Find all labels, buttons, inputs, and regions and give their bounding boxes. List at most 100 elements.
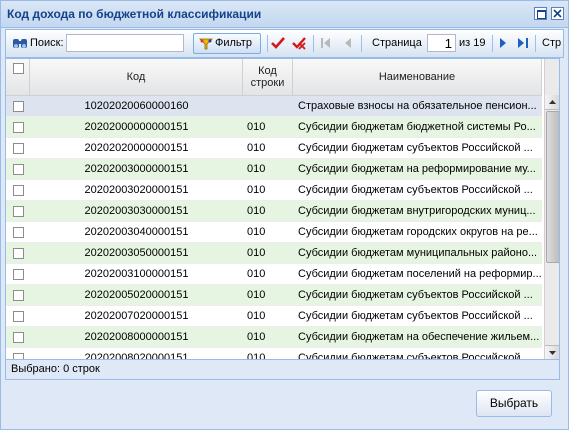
cell-name: Субсидии бюджетам бюджетной системы Ро..… [298, 121, 536, 133]
last-page-icon[interactable] [517, 37, 529, 52]
page-number-input[interactable] [427, 34, 456, 52]
data-grid: Код Код строки Наименование 102020200600… [5, 58, 560, 360]
table-row[interactable]: 20202003050000151 010 Субсидии бюджетам му… [6, 243, 542, 264]
row-checkbox[interactable] [13, 101, 24, 112]
cell-name: Субсидии бюджетам субъектов Российской .… [298, 184, 533, 196]
cell-name: Субсидии бюджетам субъектов Российской .… [298, 352, 533, 360]
cell-name: Субсидии бюджетам поселений на реформир.… [298, 268, 542, 280]
cell-code: 20202003020000151 [84, 184, 189, 196]
cell-code: 20202003030000151 [84, 205, 189, 217]
toolbar-separator [535, 35, 536, 52]
cell-row-code: 010 [247, 205, 266, 217]
status-bar: Выбрано: 0 строк [5, 360, 560, 380]
cell-code: 20202003100000151 [84, 268, 189, 280]
cell-code: 20202007020000151 [84, 310, 189, 322]
scroll-thumb[interactable] [546, 111, 559, 263]
filter-button-label: Фильтр [215, 37, 252, 49]
selected-count: Выбрано: 0 строк [11, 363, 100, 375]
table-row[interactable]: 20202003040000151 010 Субсидии бюджетам го… [6, 222, 542, 243]
row-checkbox[interactable] [13, 164, 24, 175]
cell-code: 20202000000000151 [84, 121, 189, 133]
table-row[interactable]: 20202000000000151 010 Субсидии бюджетам бю… [6, 117, 542, 138]
cell-code: 20202003050000151 [84, 247, 189, 259]
cell-name: Страховые взносы на обязательное пенсион… [298, 100, 537, 112]
maximize-icon[interactable] [534, 7, 547, 20]
table-row[interactable]: 10202020060000160 Страховые взносы на обя… [6, 96, 542, 117]
search-label: Поиск: [30, 37, 64, 49]
cell-code: 20202008000000151 [84, 331, 189, 343]
toolbar-separator [267, 35, 268, 52]
scroll-down-icon [549, 351, 556, 355]
table-row[interactable]: 20202008020000151 010 Субсидии бюджетам су… [6, 348, 542, 360]
cell-name: Субсидии бюджетам субъектов Российской .… [298, 310, 533, 322]
cell-row-code: 010 [247, 268, 266, 280]
table-row[interactable]: 20202003020000151 010 Субсидии бюджетам су… [6, 180, 542, 201]
window-title: Код дохода по бюджетной классификации [7, 7, 262, 21]
previous-page-icon[interactable] [343, 37, 353, 52]
table-row[interactable]: 20202003100000151 010 Субсидии бюджетам по… [6, 264, 542, 285]
scroll-down-button[interactable] [545, 345, 559, 359]
row-checkbox[interactable] [13, 311, 24, 322]
select-button[interactable]: Выбрать [476, 390, 552, 417]
table-row[interactable]: 20202003000000151 010 Субсидии бюджетам на… [6, 159, 542, 180]
cell-row-code: 010 [247, 310, 266, 322]
cell-name: Субсидии бюджетам на реформирование му..… [298, 163, 536, 175]
toolbar-separator [492, 35, 493, 52]
cell-name: Субсидии бюджетам на обеспечение жильем.… [298, 331, 540, 343]
cell-name: Субсидии бюджетам субъектов Российской .… [298, 142, 533, 154]
column-header-name[interactable]: Наименование [293, 59, 542, 95]
select-all-checkbox[interactable] [13, 63, 24, 74]
row-checkbox[interactable] [13, 290, 24, 301]
scroll-up-icon [549, 100, 556, 104]
cell-row-code: 010 [247, 247, 266, 259]
uncheck-icon[interactable] [291, 36, 307, 53]
binoculars-icon [12, 36, 28, 53]
row-checkbox[interactable] [13, 353, 24, 359]
toolbar-separator [361, 35, 362, 52]
vertical-scrollbar[interactable] [544, 59, 559, 359]
cell-name: Субсидии бюджетам субъектов Российской .… [298, 289, 533, 301]
table-row[interactable]: 20202007020000151 010 Субсидии бюджетам су… [6, 306, 542, 327]
close-icon[interactable] [551, 7, 564, 20]
row-checkbox[interactable] [13, 206, 24, 217]
header-checkbox-cell [6, 59, 30, 95]
cell-row-code: 010 [247, 352, 266, 360]
grid-toolbar: Поиск: Фильтр Страница из 19 [5, 29, 564, 58]
check-icon[interactable] [270, 36, 286, 53]
title-bar[interactable]: Код дохода по бюджетной классификации [1, 1, 568, 28]
cell-row-code: 010 [247, 163, 266, 175]
cell-code: 10202020060000160 [84, 100, 189, 112]
toolbar-separator [313, 35, 314, 52]
row-checkbox[interactable] [13, 269, 24, 280]
row-checkbox[interactable] [13, 143, 24, 154]
cell-code: 20202008020000151 [84, 352, 189, 360]
table-row[interactable]: 20202003030000151 010 Субсидии бюджетам вн… [6, 201, 542, 222]
cell-row-code: 010 [247, 289, 266, 301]
cell-code: 20202003000000151 [84, 163, 189, 175]
cell-row-code: 010 [247, 331, 266, 343]
row-checkbox[interactable] [13, 248, 24, 259]
table-row[interactable]: 20202008000000151 010 Субсидии бюджетам на… [6, 327, 542, 348]
search-input[interactable] [66, 34, 184, 52]
table-row[interactable]: 20202020000000151 010 Субсидии бюджетам су… [6, 138, 542, 159]
row-checkbox[interactable] [13, 185, 24, 196]
column-header-row-code[interactable]: Код строки [243, 59, 293, 95]
page-total-label: из 19 [459, 37, 486, 49]
cell-name: Субсидии бюджетам городских округов на р… [298, 226, 538, 238]
row-checkbox[interactable] [13, 122, 24, 133]
table-row[interactable]: 20202005020000151 010 Субсидии бюджетам су… [6, 285, 542, 306]
page-label: Страница [372, 37, 422, 49]
column-header-code[interactable]: Код [30, 59, 243, 95]
cell-name: Субсидии бюджетам муниципальных районо..… [298, 247, 538, 259]
row-checkbox[interactable] [13, 332, 24, 343]
next-page-icon[interactable] [498, 37, 508, 52]
filter-icon [199, 37, 213, 54]
filter-button[interactable]: Фильтр [193, 33, 261, 54]
cell-row-code: 010 [247, 226, 266, 238]
scroll-up-button[interactable] [545, 95, 559, 110]
cell-row-code [247, 96, 293, 116]
cell-code: 20202020000000151 [84, 142, 189, 154]
first-page-icon[interactable] [320, 37, 332, 52]
cell-code: 20202003040000151 [84, 226, 189, 238]
row-checkbox[interactable] [13, 227, 24, 238]
